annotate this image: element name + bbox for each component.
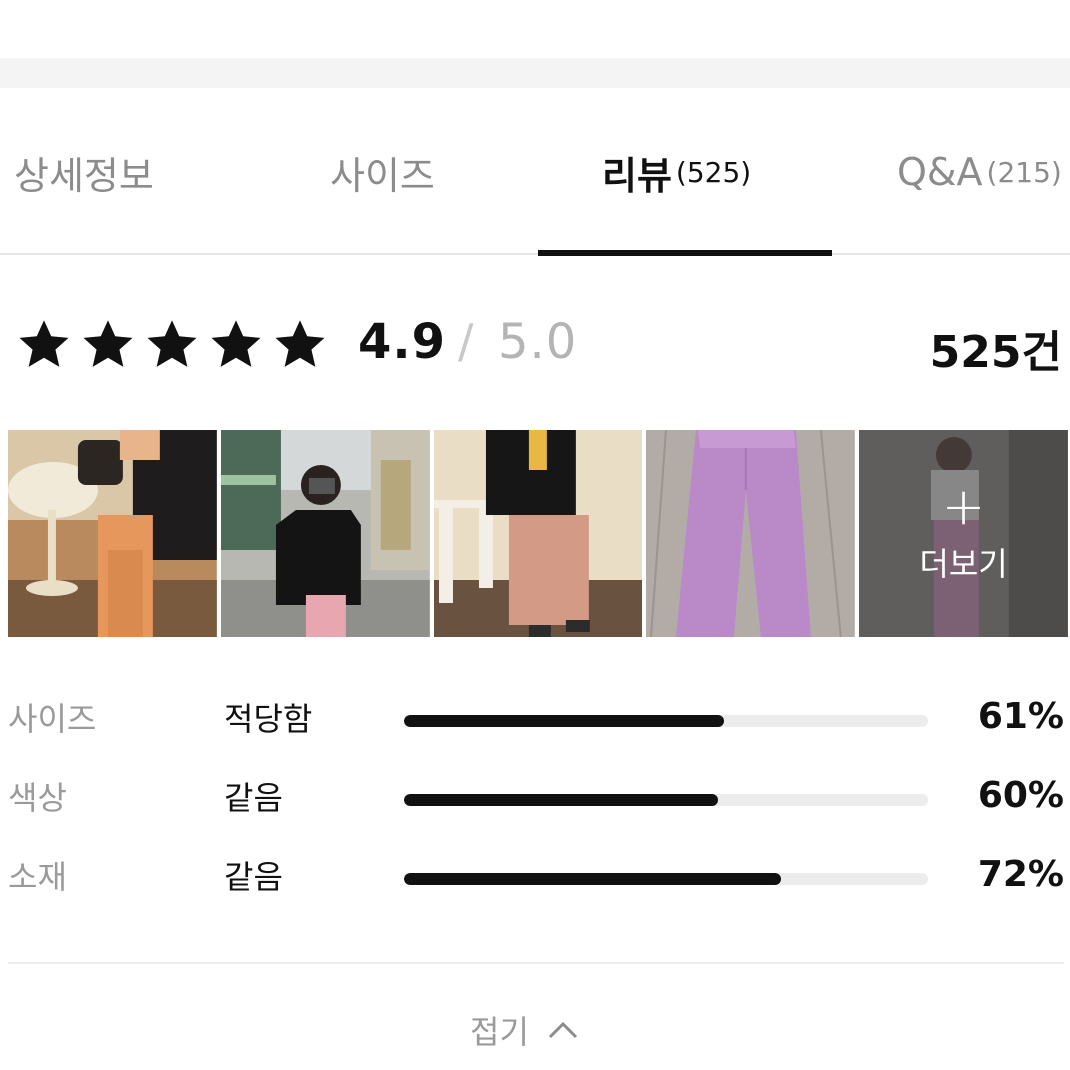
star-icon [147, 320, 197, 367]
tab-count: (215) [986, 155, 1062, 189]
fit-row-material: 소재 같음 72% [0, 840, 1070, 919]
fit-percent: 72% [977, 854, 1064, 895]
tab-divider [0, 253, 1070, 255]
tab-detail-info[interactable]: 상세정보 [14, 88, 154, 256]
tab-review[interactable]: 리뷰 (525) [602, 88, 751, 256]
plus-icon: + [941, 476, 986, 537]
review-photo[interactable] [220, 430, 430, 637]
tab-qna[interactable]: Q&A (215) [897, 88, 1062, 256]
rating-summary: 4.9 / 5.0 525건 [0, 300, 1070, 394]
fit-progress-fill [404, 715, 724, 727]
product-tabs: 상세정보 사이즈 리뷰 (525) Q&A (215) [0, 88, 1070, 256]
review-photo[interactable] [8, 430, 217, 637]
rating-value: 4.9 [358, 314, 447, 370]
fit-attribute-value: 같음 [224, 779, 283, 817]
fit-row-color: 색상 같음 60% [0, 761, 1070, 840]
fit-attribute-name: 사이즈 [8, 700, 97, 738]
more-photos-button[interactable]: + 더보기 [859, 430, 1068, 637]
fit-row-size: 사이즈 적당함 61% [0, 682, 1070, 761]
star-icon [275, 320, 325, 367]
tab-count: (525) [675, 155, 752, 189]
fit-progress-bar [404, 715, 928, 727]
fit-progress-bar [404, 873, 928, 885]
chevron-up-icon [548, 1021, 577, 1039]
section-separator [0, 58, 1070, 88]
fit-progress-fill [404, 873, 782, 885]
star-rating [16, 316, 328, 372]
fit-summary: 사이즈 적당함 61% 색상 같음 60% 소재 같음 72% [0, 682, 1070, 919]
collapse-label: 접기 [470, 1013, 529, 1051]
fit-attribute-name: 소재 [8, 858, 67, 896]
review-total-count: 525건 [929, 327, 1062, 378]
collapse-button[interactable]: 접기 [470, 1000, 579, 1060]
fit-attribute-name: 색상 [8, 779, 67, 817]
fit-attribute-value: 적당함 [224, 700, 313, 738]
star-icon [19, 320, 69, 367]
top-spacer [0, 0, 1070, 58]
more-photos-label: 더보기 [919, 544, 1008, 583]
section-divider [8, 962, 1064, 964]
review-photo[interactable] [646, 430, 856, 637]
star-icon [83, 320, 133, 367]
fit-attribute-value: 같음 [224, 858, 283, 896]
rating-max: 5.0 [498, 314, 578, 370]
fit-progress-fill [404, 794, 719, 806]
fit-progress-bar [404, 794, 928, 806]
more-photos-overlay: + 더보기 [859, 430, 1068, 637]
tab-label: 리뷰 [602, 153, 672, 198]
fit-percent: 60% [977, 775, 1064, 816]
review-photo[interactable] [433, 430, 643, 637]
review-photo-strip: + 더보기 [8, 430, 1068, 637]
active-tab-indicator [538, 250, 832, 256]
tab-size[interactable]: 사이즈 [330, 88, 435, 256]
rating-separator: / [458, 314, 474, 368]
fit-percent: 61% [977, 696, 1064, 737]
star-icon [211, 320, 261, 367]
tab-label: 사이즈 [330, 153, 435, 198]
tab-label: Q&A [897, 150, 983, 194]
tab-label: 상세정보 [14, 153, 154, 198]
